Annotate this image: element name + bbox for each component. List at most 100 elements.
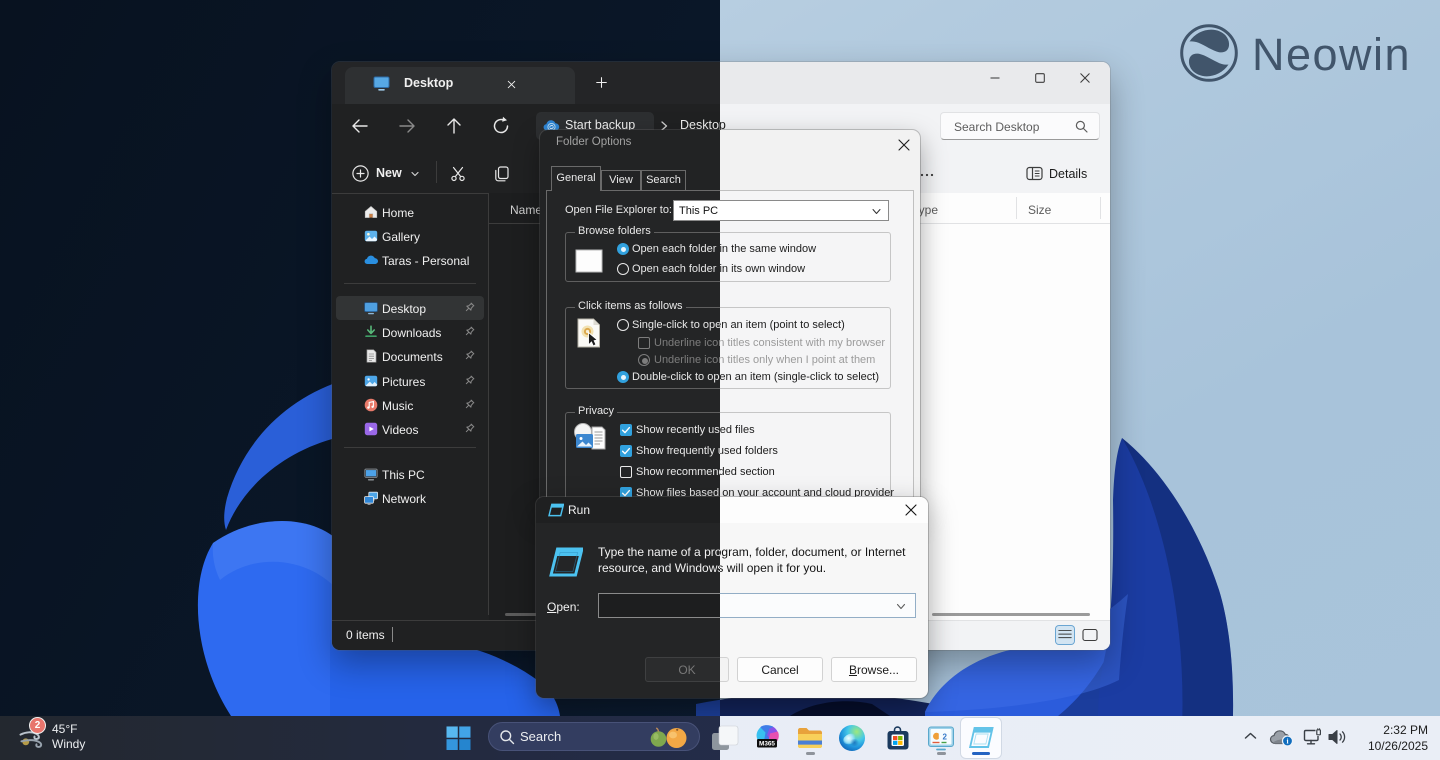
sidebar-item-music[interactable]: Music [336,393,484,417]
dialog-close-icon[interactable] [896,137,912,153]
network-tray-icon[interactable] [1303,727,1323,747]
list-view-toggle-icon[interactable] [1056,626,1074,644]
explorer-running-indicator [806,752,815,755]
click-items-label: Click items as follows [575,300,686,312]
sidebar-item-label: Taras - Personal [382,254,469,268]
volume-tray-icon[interactable] [1327,728,1348,746]
onedrive-tray-icon[interactable]: i [1269,728,1294,747]
tray-chevron-icon[interactable] [1243,730,1258,742]
sidebar-item-documents[interactable]: Documents [336,344,484,368]
sidebar-item-desktop[interactable]: Desktop [336,296,484,320]
radio-underline-point[interactable] [638,354,650,366]
stage: Neowin Desktop [0,0,1440,760]
tab-title: Desktop [404,76,453,90]
sidebar-item-gallery[interactable]: Gallery [336,224,484,248]
sidebar-item-label: Pictures [382,375,425,389]
display-app-running-indicator [937,752,946,755]
maximize-button[interactable] [1017,62,1063,93]
horizontal-scrollbar[interactable] [505,613,537,616]
forward-icon[interactable] [397,116,417,136]
refresh-icon[interactable] [491,116,511,136]
new-button[interactable]: New [376,166,402,180]
sidebar-item-home[interactable]: Home [336,200,484,224]
search-highlight-fruit-icon [649,726,691,748]
run-title: Run [568,503,590,517]
sidebar-item-label: Documents [382,350,443,364]
browse-label-mnemonic: B [849,663,857,677]
tray-clock[interactable]: 2:32 PM 10/26/2025 [1368,722,1428,754]
column-header-name[interactable]: Name [510,203,542,217]
details-view-icon [1026,165,1043,182]
tab-general[interactable]: General [551,166,601,191]
run-close-icon[interactable] [903,502,919,518]
m365-copilot-button[interactable]: M365 [753,724,781,752]
taskbar-search-box[interactable]: Search [488,722,700,751]
radio-own-window[interactable] [617,263,629,275]
explorer-sidebar: Home Gallery Taras - Personal [332,193,488,620]
status-divider [392,627,393,642]
svg-text:M365: M365 [759,741,775,748]
neowin-mark-icon [1178,22,1240,84]
cancel-button[interactable]: Cancel [737,657,823,682]
browse-button[interactable]: Browse... [831,657,917,682]
close-button[interactable] [1062,62,1108,93]
microsoft-store-button[interactable] [884,724,912,752]
horizontal-scrollbar[interactable] [932,613,1090,616]
neowin-wordmark: Neowin [1252,29,1411,81]
tab-view[interactable]: View [601,170,641,190]
radio-same-window[interactable] [617,243,629,255]
combo-chevron-icon [871,206,882,217]
sidebar-item-label: Videos [382,423,418,437]
checkbox-recent-files[interactable] [620,424,632,436]
tray-date: 10/26/2025 [1368,738,1428,754]
pin-icon [463,422,476,435]
copy-icon[interactable] [493,165,511,183]
gallery-icon [364,229,378,243]
sidebar-item-network[interactable]: Network [336,486,484,510]
svg-text:i: i [1286,737,1288,746]
caption-buttons [920,62,1110,104]
checkbox-recommended[interactable] [620,466,632,478]
see-more-icon[interactable] [919,167,935,183]
run-title-icon [548,503,564,517]
display-app-button[interactable]: 2 [927,724,955,752]
minimize-button[interactable] [972,62,1018,93]
radio-double-click[interactable] [617,371,629,383]
sidebar-item-thispc[interactable]: This PC [336,462,484,486]
run-taskbar-icon [968,726,994,749]
run-combo-chevron-icon[interactable] [895,601,907,612]
widgets-button[interactable]: 2 45°F Windy [10,716,170,760]
explorer-tab-desktop[interactable]: Desktop [345,67,575,104]
sidebar-item-label: Desktop [382,302,426,316]
ok-button[interactable]: OK [645,657,729,682]
tab-close-icon[interactable] [503,76,520,93]
browse-label-rest: rowse... [857,663,899,677]
sidebar-item-videos[interactable]: Videos [336,417,484,441]
open-label-mnemonic: O [547,600,556,614]
details-button[interactable]: Details [1049,167,1087,181]
desktop-tab-icon [373,76,390,91]
new-tab-icon[interactable] [591,72,612,93]
search-icon [1075,120,1088,133]
radio-single-click[interactable] [617,319,629,331]
cut-icon[interactable] [449,165,467,183]
sidebar-item-downloads[interactable]: Downloads [336,320,484,344]
downloads-icon [364,325,378,339]
edge-button[interactable] [838,724,866,752]
sidebar-item-pictures[interactable]: Pictures [336,369,484,393]
explorer-search-box[interactable]: Search Desktop [940,112,1100,140]
checkbox-underline-consistent[interactable] [638,337,650,349]
run-active-indicator [972,752,990,755]
start-button[interactable] [446,726,471,750]
thumbnail-view-toggle-icon[interactable] [1081,626,1099,644]
privacy-label: Privacy [575,405,617,417]
column-header-size[interactable]: Size [1028,203,1051,217]
file-explorer-button[interactable] [796,724,824,752]
tab-search[interactable]: Search [641,170,686,190]
up-icon[interactable] [444,116,464,136]
sidebar-separator [344,283,476,284]
toolbar-divider [436,161,437,183]
checkbox-frequent-folders[interactable] [620,445,632,457]
sidebar-item-onedrive[interactable]: Taras - Personal [336,248,484,272]
back-icon[interactable] [350,116,370,136]
